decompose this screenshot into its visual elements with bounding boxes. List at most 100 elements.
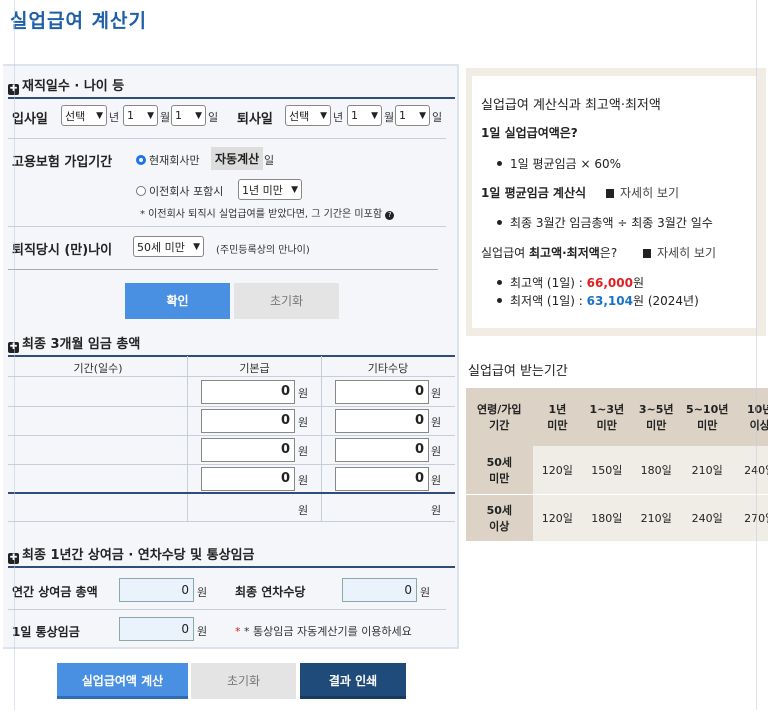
row-label-under50: 50세 미만 — [466, 446, 533, 494]
detail-link-1[interactable]: 자세히 보기 — [606, 184, 679, 201]
age-select[interactable]: 50세 미만 ▼ — [133, 236, 204, 257]
table-top-border — [8, 355, 455, 357]
chevron-down-icon: ▼ — [193, 241, 200, 252]
auto-calc-badge: 자동계산 — [211, 147, 264, 170]
period-table-wrap: 연령/가입 기간 1년 미만 1~3년 미만 3~5년 미만 5~10년 미만 … — [466, 388, 768, 541]
info-q3: 실업급여 최고액·최저액은? — [481, 246, 618, 260]
age-note: (주민등록상의 만나이) — [216, 245, 310, 256]
row-divider — [8, 376, 455, 377]
daily-wage-label: 1일 통상임금 — [12, 625, 80, 639]
section-divider — [8, 97, 455, 99]
header-1-3y: 1~3년 미만 — [589, 403, 625, 432]
document-icon — [643, 249, 651, 258]
base-pay-input-2[interactable]: 0 — [201, 409, 295, 433]
base-pay-input-4[interactable]: 0 — [201, 467, 295, 491]
info-a2: 최종 3월간 임금총액 ÷ 최종 3월간 일수 — [497, 214, 713, 231]
row-divider — [8, 435, 455, 436]
info-q1: 1일 실업급여액은? — [481, 126, 578, 140]
other-input-3[interactable]: 0 — [335, 438, 429, 462]
base-pay-input-1[interactable]: 0 — [201, 380, 295, 404]
won-unit: 원 — [298, 416, 309, 429]
table-cell: 270일 — [733, 494, 768, 541]
radio-current-company[interactable]: 현재회사만 — [136, 152, 200, 168]
section-divider — [8, 566, 455, 568]
won-unit: 원 — [431, 474, 442, 487]
previous-period-select[interactable]: 1년 미만 ▼ — [238, 179, 302, 200]
chevron-down-icon: ▼ — [419, 110, 426, 121]
table-cell: 180일 — [631, 446, 681, 494]
annual-leave-input[interactable]: 0 — [342, 578, 417, 602]
base-total-unit: 원 — [298, 504, 309, 517]
info-min: 최저액 (1일) : 63,104원 (2024년) — [497, 292, 699, 309]
daily-wage-input[interactable]: 0 — [119, 617, 194, 641]
chevron-down-icon: ▼ — [195, 110, 202, 121]
insurance-period-label: 고용보험 가입기간 — [12, 155, 113, 170]
confirm-button[interactable]: 확인 — [125, 283, 230, 319]
daily-wage-note: * * 통상임금 자동계산기를 이용하세요 — [235, 625, 412, 638]
age-label: 퇴직당시 (만)나이 — [12, 243, 113, 258]
page-title: 실업급여 계산기 — [10, 10, 147, 32]
day-unit: 일 — [432, 111, 443, 124]
leave-year-select[interactable]: 선택 ▼ — [285, 105, 331, 126]
join-month-select[interactable]: 1 ▼ — [123, 105, 158, 126]
won-unit: 원 — [298, 387, 309, 400]
base-pay-input-3[interactable]: 0 — [201, 438, 295, 462]
header-5-10y: 5~10년 미만 — [686, 403, 729, 432]
col-divider — [321, 356, 322, 521]
won-unit: 원 — [431, 387, 442, 400]
month-unit: 월 — [160, 111, 171, 124]
guide-line — [756, 0, 757, 710]
table-cell: 120일 — [532, 446, 583, 494]
join-year-select[interactable]: 선택 ▼ — [61, 105, 107, 126]
leave-date-label: 퇴사일 — [237, 112, 273, 127]
join-day-select[interactable]: 1 ▼ — [171, 105, 206, 126]
annual-leave-label: 최종 연차수당 — [235, 585, 306, 599]
leave-month-select[interactable]: 1 ▼ — [347, 105, 382, 126]
leave-day-select[interactable]: 1 ▼ — [395, 105, 430, 126]
section-title: 재직일수 · 나이 등 — [22, 79, 125, 94]
year-unit: 년 — [333, 111, 344, 124]
auto-calc-unit: 일 — [264, 154, 275, 167]
col-other-allowance: 기타수당 — [367, 362, 409, 375]
bottom-reset-button[interactable]: 초기화 — [191, 663, 296, 699]
won-unit: 원 — [197, 625, 208, 638]
col-base-pay: 기본급 — [239, 362, 270, 375]
table-cell: 240일 — [680, 494, 734, 541]
row-divider — [8, 406, 455, 407]
bullet-icon — [497, 280, 502, 285]
row-divider — [8, 138, 446, 139]
calculate-button[interactable]: 실업급여액 계산 — [57, 663, 188, 699]
other-input-4[interactable]: 0 — [335, 467, 429, 491]
row-divider — [8, 269, 438, 270]
section-title: 최종 3개월 임금 총액 — [22, 337, 141, 352]
chevron-down-icon: ▼ — [96, 110, 103, 121]
reset-button[interactable]: 초기화 — [234, 283, 339, 319]
table-cell: 180일 — [582, 494, 632, 541]
detail-link-2[interactable]: 자세히 보기 — [643, 244, 716, 261]
other-input-2[interactable]: 0 — [335, 409, 429, 433]
section-wage-header: ✚최종 3개월 임금 총액 — [8, 333, 140, 353]
header-1y: 1년 미만 — [547, 403, 568, 432]
join-date-label: 입사일 — [12, 112, 48, 127]
bullet-icon — [497, 220, 502, 225]
bonus-input[interactable]: 0 — [119, 578, 194, 602]
won-unit: 원 — [431, 416, 442, 429]
radio-unchecked-icon — [136, 186, 146, 196]
year-unit: 년 — [109, 111, 120, 124]
radio-previous-company[interactable]: 이전회사 포함시 — [136, 183, 223, 199]
table-bottom-border — [8, 521, 455, 522]
won-unit: 원 — [431, 445, 442, 458]
table-cell: 150일 — [582, 446, 632, 494]
other-total-unit: 원 — [431, 504, 442, 517]
info-card-title: 실업급여 계산식과 최고액·최저액 — [481, 98, 661, 113]
table-cell: 210일 — [680, 446, 734, 494]
help-icon[interactable]: ? — [385, 211, 395, 220]
won-unit: 원 — [298, 474, 309, 487]
table-cell: 210일 — [631, 494, 681, 541]
print-button[interactable]: 결과 인쇄 — [300, 663, 406, 699]
table-cell: 240일 — [733, 446, 768, 494]
chevron-down-icon: ▼ — [147, 110, 154, 121]
header-age: 연령/가입 기간 — [477, 403, 522, 432]
previous-period-note: * 이전회사 퇴직시 실업급여를 받았다면, 그 기간은 미포함 ? — [140, 205, 395, 220]
other-input-1[interactable]: 0 — [335, 380, 429, 404]
